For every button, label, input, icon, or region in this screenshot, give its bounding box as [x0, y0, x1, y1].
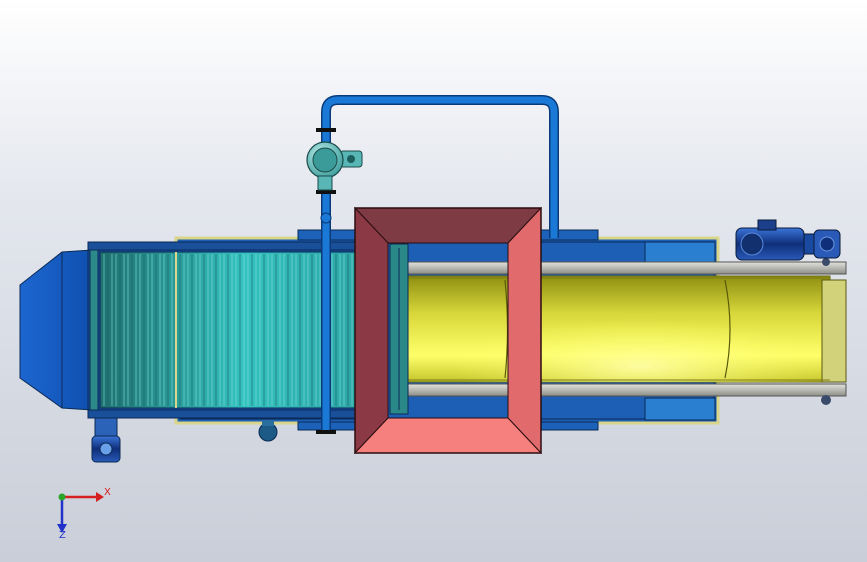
hopper [19, 249, 93, 411]
axis-x-label: X [104, 487, 111, 498]
axis-y-label: Z [59, 530, 66, 541]
triad-origin [58, 493, 66, 501]
pump [306, 141, 363, 191]
gear-motor [91, 417, 121, 463]
axis-x-arrowhead [96, 492, 104, 502]
drive-motor [735, 219, 841, 261]
mesh-conveyor [87, 241, 389, 419]
machine-model-view[interactable] [0, 0, 867, 562]
coordinate-triad [57, 492, 104, 533]
cad-viewport[interactable]: X Z [0, 0, 867, 562]
belt-conveyor [389, 243, 847, 415]
